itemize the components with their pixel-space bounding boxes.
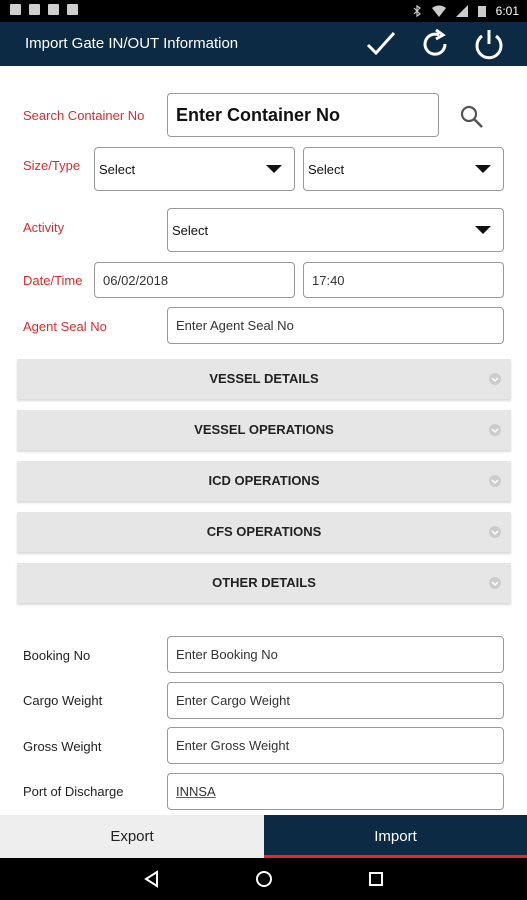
activity-select-value: Select <box>172 222 209 238</box>
cargo-weight-label: Cargo Weight <box>23 693 103 708</box>
datetime-label: Date/Time <box>23 273 83 288</box>
notification-icon <box>10 4 21 15</box>
section-vessel-details[interactable]: VESSEL DETAILS <box>17 359 511 399</box>
section-label: OTHER DETAILS <box>212 575 316 590</box>
port-discharge-input[interactable]: INNSA <box>167 773 504 810</box>
section-label: VESSEL OPERATIONS <box>194 422 334 437</box>
agent-seal-input[interactable]: Enter Agent Seal No <box>167 307 504 344</box>
section-vessel-operations[interactable]: VESSEL OPERATIONS <box>17 410 511 450</box>
status-time: 6:01 <box>495 4 519 18</box>
date-field[interactable]: 06/02/2018 <box>94 262 295 298</box>
power-button[interactable] <box>471 26 507 62</box>
system-navbar <box>0 858 527 900</box>
gross-weight-label: Gross Weight <box>23 739 102 754</box>
recents-button[interactable] <box>366 869 386 889</box>
chevron-down-icon <box>489 373 501 385</box>
size-type-label: Size/Type <box>23 158 81 173</box>
activity-label: Activity <box>23 220 65 235</box>
signal-icon <box>455 5 468 17</box>
cargo-weight-input[interactable]: Enter Cargo Weight <box>167 682 504 719</box>
activity-select[interactable]: Select <box>167 208 504 252</box>
chevron-down-icon <box>266 165 282 173</box>
image-icon <box>29 4 40 15</box>
type-select[interactable]: Select <box>303 147 504 191</box>
search-button[interactable] <box>458 103 486 131</box>
bluetooth-icon <box>413 5 421 17</box>
section-cfs-operations[interactable]: CFS OPERATIONS <box>17 512 511 552</box>
section-label: CFS OPERATIONS <box>206 524 322 539</box>
section-other-details[interactable]: OTHER DETAILS <box>17 563 511 603</box>
back-button[interactable] <box>142 869 162 889</box>
battery-icon <box>477 6 486 17</box>
section-icd-operations[interactable]: ICD OPERATIONS <box>17 461 511 501</box>
container-no-input[interactable]: Enter Container No <box>167 93 439 137</box>
recents-icon <box>369 872 383 886</box>
chevron-down-icon <box>475 165 491 173</box>
bottom-tabbar: Export Import <box>0 815 527 858</box>
home-icon <box>256 871 272 887</box>
check-icon <box>366 31 396 56</box>
agent-seal-label: Agent Seal No <box>23 319 107 334</box>
gross-weight-input[interactable]: Enter Gross Weight <box>167 727 504 764</box>
port-discharge-label: Port of Discharge <box>23 784 124 799</box>
confirm-button[interactable] <box>363 26 399 62</box>
app-bar: Import Gate IN/OUT Information <box>0 22 527 66</box>
section-label: VESSEL DETAILS <box>209 371 319 386</box>
back-icon <box>144 870 158 888</box>
lock-icon <box>67 4 78 15</box>
chevron-down-icon <box>489 577 501 589</box>
tab-export[interactable]: Export <box>0 815 264 858</box>
wifi-icon <box>431 5 446 17</box>
booking-input[interactable]: Enter Booking No <box>167 636 504 673</box>
power-icon <box>475 30 503 60</box>
type-select-value: Select <box>308 161 345 177</box>
chevron-down-icon <box>489 424 501 436</box>
section-label: ICD OPERATIONS <box>208 473 320 488</box>
chevron-down-icon <box>489 526 501 538</box>
status-bar: 6:01 <box>0 0 527 22</box>
time-field[interactable]: 17:40 <box>303 262 504 298</box>
page-title: Import Gate IN/OUT Information <box>25 35 239 52</box>
chevron-down-icon <box>489 475 501 487</box>
chevron-down-icon <box>475 226 491 234</box>
port-discharge-value: INNSA <box>176 784 216 799</box>
download-icon <box>48 4 59 15</box>
search-icon <box>460 105 483 128</box>
search-container-label: Search Container No <box>23 108 145 123</box>
home-button[interactable] <box>254 869 274 889</box>
refresh-button[interactable] <box>417 26 453 62</box>
booking-label: Booking No <box>23 648 91 663</box>
size-select-value: Select <box>99 161 136 177</box>
tab-import[interactable]: Import <box>264 815 527 858</box>
size-select[interactable]: Select <box>94 147 295 191</box>
refresh-icon <box>423 28 447 56</box>
